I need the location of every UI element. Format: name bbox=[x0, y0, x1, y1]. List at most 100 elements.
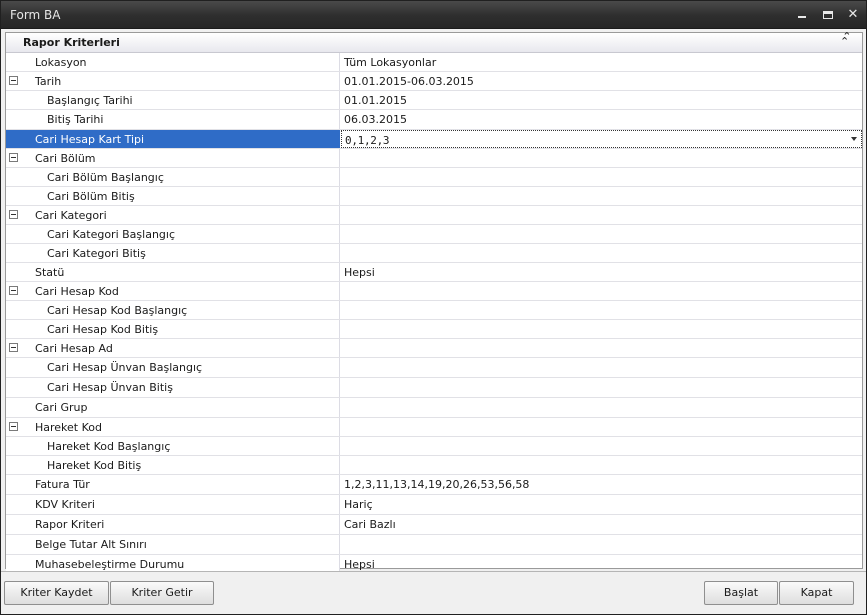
property-value-cell[interactable] bbox=[341, 320, 862, 338]
property-value-cell[interactable] bbox=[341, 358, 862, 377]
property-value-cell[interactable] bbox=[341, 168, 862, 186]
property-value-cell[interactable] bbox=[341, 301, 862, 319]
property-value-cell[interactable] bbox=[341, 149, 862, 167]
load-criteria-button[interactable]: Kriter Getir bbox=[110, 581, 214, 605]
minus-box-icon[interactable] bbox=[9, 286, 18, 295]
property-label-cell[interactable]: Fatura Tür bbox=[20, 475, 340, 494]
property-value-cell[interactable] bbox=[341, 244, 862, 262]
category-header[interactable]: Rapor Kriterleri ⌃⌃ bbox=[6, 30, 862, 53]
property-row[interactable]: Cari Bölüm Bitiş bbox=[6, 187, 862, 206]
minus-box-icon[interactable] bbox=[9, 153, 18, 162]
minus-box-icon[interactable] bbox=[9, 422, 18, 431]
property-label-cell[interactable]: Cari Hesap Ad bbox=[20, 339, 340, 357]
property-row[interactable]: Hareket Kod bbox=[6, 418, 862, 437]
minus-box-icon[interactable] bbox=[9, 343, 18, 352]
property-value-cell[interactable] bbox=[341, 282, 862, 300]
property-row[interactable]: Rapor Kriteri Cari Bazlı bbox=[6, 515, 862, 535]
property-row[interactable]: Cari Kategori Başlangıç bbox=[6, 225, 862, 244]
property-label-cell[interactable]: Cari Kategori Başlangıç bbox=[20, 225, 340, 243]
property-row[interactable]: Cari Hesap Ad bbox=[6, 339, 862, 358]
property-label-cell[interactable]: Cari Hesap Kod Bitiş bbox=[20, 320, 340, 338]
double-chevron-up-icon[interactable]: ⌃⌃ bbox=[840, 30, 858, 48]
property-row[interactable]: Cari Grup bbox=[6, 398, 862, 418]
property-row[interactable]: Fatura Tür 1,2,3,11,13,14,19,20,26,53,56,… bbox=[6, 475, 862, 495]
property-label-cell[interactable]: Hareket Kod Bitiş bbox=[20, 456, 340, 474]
property-row[interactable]: Tarih 01.01.2015-06.03.2015 bbox=[6, 72, 862, 91]
property-value-cell[interactable] bbox=[341, 437, 862, 455]
property-row[interactable]: Cari Hesap Kart Tipi 0,1,2,3 bbox=[6, 130, 862, 149]
property-label-cell[interactable]: Hareket Kod bbox=[20, 418, 340, 436]
property-label-cell[interactable]: Rapor Kriteri bbox=[20, 515, 340, 534]
start-button[interactable]: Başlat bbox=[704, 581, 778, 605]
minus-box-icon[interactable] bbox=[9, 210, 18, 219]
property-value-cell[interactable] bbox=[341, 456, 862, 474]
property-value-cell[interactable] bbox=[341, 378, 862, 397]
property-value: 0,1,2,3 bbox=[345, 134, 390, 147]
property-row[interactable]: Hareket Kod Başlangıç bbox=[6, 437, 862, 456]
property-label-cell[interactable]: Cari Hesap Kart Tipi bbox=[20, 130, 340, 148]
property-label-cell[interactable]: Cari Kategori bbox=[20, 206, 340, 224]
property-label-cell[interactable]: Cari Hesap Ünvan Bitiş bbox=[20, 378, 340, 397]
property-row[interactable]: Cari Hesap Kod Bitiş bbox=[6, 320, 862, 339]
property-value-cell[interactable] bbox=[341, 535, 862, 554]
property-value-cell[interactable]: Tüm Lokasyonlar bbox=[341, 53, 862, 71]
row-gutter bbox=[6, 110, 20, 129]
close-icon[interactable]: ✕ bbox=[845, 7, 861, 23]
property-label-cell[interactable]: Başlangıç Tarihi bbox=[20, 91, 340, 109]
property-label-cell[interactable]: Cari Bölüm Bitiş bbox=[20, 187, 340, 205]
row-gutter bbox=[6, 398, 20, 417]
property-value-cell[interactable]: Cari Bazlı bbox=[341, 515, 862, 534]
property-label-cell[interactable]: Cari Kategori Bitiş bbox=[20, 244, 340, 262]
property-label-cell[interactable]: Cari Bölüm Başlangıç bbox=[20, 168, 340, 186]
property-value-cell[interactable]: 1,2,3,11,13,14,19,20,26,53,56,58 bbox=[341, 475, 862, 494]
property-value-cell[interactable]: 01.01.2015-06.03.2015 bbox=[341, 72, 862, 90]
property-label-cell[interactable]: Cari Bölüm bbox=[20, 149, 340, 167]
minus-box-icon[interactable] bbox=[9, 76, 18, 85]
property-row[interactable]: Belge Tutar Alt Sınırı bbox=[6, 535, 862, 555]
title-bar[interactable]: Form BA ✕ bbox=[1, 1, 866, 29]
property-row[interactable]: Cari Hesap Ünvan Bitiş bbox=[6, 378, 862, 398]
property-label-cell[interactable]: Tarih bbox=[20, 72, 340, 90]
property-value-editor[interactable]: 0,1,2,3 bbox=[341, 130, 862, 148]
property-row[interactable]: Hareket Kod Bitiş bbox=[6, 456, 862, 475]
property-row[interactable]: Cari Hesap Ünvan Başlangıç bbox=[6, 358, 862, 378]
property-row[interactable]: Bitiş Tarihi 06.03.2015 bbox=[6, 110, 862, 130]
property-row[interactable]: Cari Hesap Kod Başlangıç bbox=[6, 301, 862, 320]
property-value-cell[interactable] bbox=[341, 398, 862, 417]
property-label-cell[interactable]: Lokasyon bbox=[20, 53, 340, 71]
dropdown-arrow-icon[interactable] bbox=[851, 137, 857, 141]
property-row[interactable]: Lokasyon Tüm Lokasyonlar bbox=[6, 53, 862, 72]
property-label-cell[interactable]: Hareket Kod Başlangıç bbox=[20, 437, 340, 455]
property-row[interactable]: Cari Kategori Bitiş bbox=[6, 244, 862, 263]
property-value-cell[interactable] bbox=[341, 187, 862, 205]
property-value-cell[interactable]: Hariç bbox=[341, 495, 862, 514]
property-label-cell[interactable]: KDV Kriteri bbox=[20, 495, 340, 514]
close-button[interactable]: Kapat bbox=[779, 581, 854, 605]
property-label-cell[interactable]: Belge Tutar Alt Sınırı bbox=[20, 535, 340, 554]
property-value-cell[interactable]: 06.03.2015 bbox=[341, 110, 862, 129]
property-label-cell[interactable]: Cari Hesap Ünvan Başlangıç bbox=[20, 358, 340, 377]
property-value-cell[interactable]: Hepsi bbox=[341, 263, 862, 281]
property-value-cell[interactable] bbox=[341, 206, 862, 224]
property-label: Cari Hesap Ad bbox=[35, 342, 113, 355]
minimize-icon[interactable] bbox=[794, 7, 810, 23]
property-label-cell[interactable]: Cari Grup bbox=[20, 398, 340, 417]
property-value-cell[interactable] bbox=[341, 418, 862, 436]
property-row[interactable]: Cari Kategori bbox=[6, 206, 862, 225]
row-gutter bbox=[6, 244, 20, 262]
property-label-cell[interactable]: Cari Hesap Kod Başlangıç bbox=[20, 301, 340, 319]
property-label-cell[interactable]: Cari Hesap Kod bbox=[20, 282, 340, 300]
property-label-cell[interactable]: Bitiş Tarihi bbox=[20, 110, 340, 129]
maximize-icon[interactable] bbox=[820, 7, 836, 23]
property-label-cell[interactable]: Statü bbox=[20, 263, 340, 281]
property-row[interactable]: Cari Bölüm Başlangıç bbox=[6, 168, 862, 187]
property-row[interactable]: KDV Kriteri Hariç bbox=[6, 495, 862, 515]
property-row[interactable]: Cari Hesap Kod bbox=[6, 282, 862, 301]
property-row[interactable]: Cari Bölüm bbox=[6, 149, 862, 168]
property-value-cell[interactable] bbox=[341, 225, 862, 243]
property-value-cell[interactable]: 01.01.2015 bbox=[341, 91, 862, 109]
save-criteria-button[interactable]: Kriter Kaydet bbox=[4, 581, 109, 605]
property-row[interactable]: Başlangıç Tarihi 01.01.2015 bbox=[6, 91, 862, 110]
property-value-cell[interactable] bbox=[341, 339, 862, 357]
property-row[interactable]: Statü Hepsi bbox=[6, 263, 862, 282]
